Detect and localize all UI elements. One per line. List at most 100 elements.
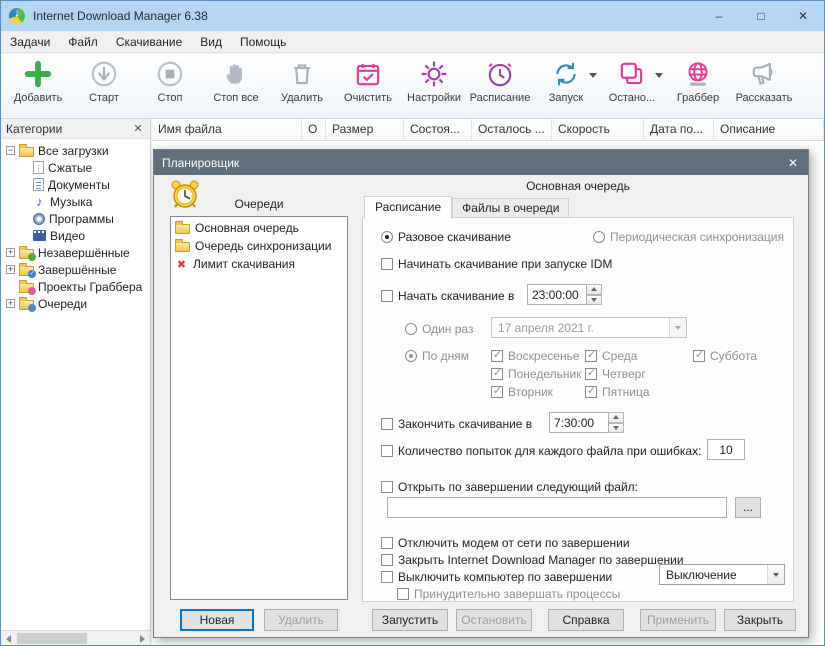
hangup-checkbox[interactable]	[381, 537, 393, 549]
new-queue-button[interactable]: Новая	[180, 609, 254, 631]
delete-queue-button[interactable]: Удалить	[264, 609, 338, 631]
menu-downloads[interactable]: Скачивание	[107, 31, 191, 53]
sidebar-item-queues[interactable]: Очереди	[1, 295, 150, 312]
stop-at-checkbox[interactable]	[381, 418, 393, 430]
by-days-radio-row[interactable]: По дням	[405, 349, 469, 363]
day-thursday-row[interactable]: Четверг	[585, 367, 646, 381]
sidebar-item-grabber-projects[interactable]: Проекты Граббера	[1, 278, 150, 295]
day-sunday-checkbox[interactable]	[491, 350, 503, 362]
menu-file[interactable]: Файл	[59, 31, 107, 53]
stop-time-input[interactable]: 7:30:00	[549, 412, 609, 433]
close-dialog-button[interactable]: Закрыть	[724, 609, 796, 631]
toolbar-options-button[interactable]: Настройки	[401, 57, 467, 118]
expander-icon[interactable]	[6, 265, 15, 274]
column-speed[interactable]: Скорость	[552, 119, 644, 140]
day-saturday-row[interactable]: Суббота	[693, 349, 757, 363]
sidebar-item-unfinished[interactable]: Незавершённые	[1, 244, 150, 261]
force-processes-row[interactable]: Принудительно завершать процессы	[397, 587, 620, 601]
toolbar-start-button[interactable]: Старт	[71, 57, 137, 118]
open-file-input[interactable]	[387, 497, 727, 518]
date-dropdown-icon[interactable]	[669, 318, 686, 337]
day-monday-row[interactable]: Понедельник	[491, 367, 581, 381]
day-saturday-checkbox[interactable]	[693, 350, 705, 362]
exit-idm-row[interactable]: Закрыть Internet Download Manager по зав…	[381, 553, 684, 567]
expander-icon[interactable]	[6, 146, 15, 155]
queue-item-sync[interactable]: Очередь синхронизации	[171, 237, 347, 255]
day-thursday-checkbox[interactable]	[585, 368, 597, 380]
toolbar-stop-queue-button[interactable]: Остано...	[599, 57, 665, 118]
toolbar-tell-friends-button[interactable]: Рассказать	[731, 57, 797, 118]
scroll-left-icon[interactable]	[1, 632, 16, 645]
retries-checkbox[interactable]	[381, 445, 393, 457]
force-processes-checkbox[interactable]	[397, 588, 409, 600]
help-button[interactable]: Справка	[548, 609, 624, 631]
once-radio[interactable]	[405, 323, 417, 335]
close-button[interactable]: ✕	[782, 1, 824, 31]
day-sunday-row[interactable]: Воскресенье	[491, 349, 580, 363]
combo-dropdown-icon[interactable]	[767, 565, 784, 584]
toolbar-stop-button[interactable]: Стоп	[137, 57, 203, 118]
toolbar-scheduler-button[interactable]: Расписание	[467, 57, 533, 118]
toolbar-add-button[interactable]: Добавить	[5, 57, 71, 118]
scroll-right-icon[interactable]	[135, 632, 150, 645]
queue-item-limit[interactable]: Лимит скачивания	[171, 255, 347, 273]
shutdown-row[interactable]: Выключить компьютер по завершении	[381, 570, 612, 584]
day-tuesday-row[interactable]: Вторник	[491, 385, 553, 399]
browse-button[interactable]: ...	[735, 497, 761, 518]
menu-view[interactable]: Вид	[191, 31, 231, 53]
queue-item-main[interactable]: Основная очередь	[171, 219, 347, 237]
column-description[interactable]: Описание	[714, 119, 824, 140]
retries-input[interactable]: 10	[707, 439, 745, 460]
day-monday-checkbox[interactable]	[491, 368, 503, 380]
column-status[interactable]: Состоя...	[404, 119, 472, 140]
column-q[interactable]: О	[302, 119, 326, 140]
column-size[interactable]: Размер	[326, 119, 404, 140]
date-picker[interactable]: 17 апреля 2021 г.	[491, 317, 687, 338]
day-friday-checkbox[interactable]	[585, 386, 597, 398]
start-at-row[interactable]: Начать скачивание в	[381, 289, 514, 303]
toolbar-delete-button[interactable]: Удалить	[269, 57, 335, 118]
start-time-input[interactable]: 23:00:00	[527, 284, 587, 305]
stop-time-spinner[interactable]	[609, 412, 624, 433]
column-date[interactable]: Дата по...	[644, 119, 714, 140]
stop-queue-dropdown-icon[interactable]	[655, 73, 663, 78]
day-wednesday-row[interactable]: Среда	[585, 349, 637, 363]
sidebar-item-all-downloads[interactable]: Все загрузки	[1, 142, 150, 159]
stop-queue-button[interactable]: Остановить	[456, 609, 532, 631]
expander-icon[interactable]	[6, 248, 15, 257]
shutdown-mode-select[interactable]: Выключение	[659, 564, 785, 585]
scrollbar-thumb[interactable]	[17, 633, 87, 644]
tab-files-in-queue[interactable]: Файлы в очереди	[452, 198, 569, 219]
periodic-radio-row[interactable]: Периодическая синхронизация	[593, 230, 784, 244]
by-days-radio[interactable]	[405, 350, 417, 362]
periodic-radio[interactable]	[593, 231, 605, 243]
open-file-row[interactable]: Открыть по завершении следующий файл:	[381, 480, 638, 494]
start-at-checkbox[interactable]	[381, 290, 393, 302]
start-queue-dropdown-icon[interactable]	[589, 73, 597, 78]
toolbar-stop-all-button[interactable]: Стоп все	[203, 57, 269, 118]
sidebar-item-programs[interactable]: Программы	[1, 210, 150, 227]
start-on-idm-row[interactable]: Начинать скачивание при запуске IDM	[381, 257, 612, 271]
start-queue-button[interactable]: Запустить	[372, 609, 448, 631]
day-wednesday-checkbox[interactable]	[585, 350, 597, 362]
toolbar-clear-button[interactable]: Очистить	[335, 57, 401, 118]
sidebar-hscrollbar[interactable]	[1, 630, 150, 645]
once-radio-row[interactable]: Один раз	[405, 322, 473, 336]
stop-at-row[interactable]: Закончить скачивание в	[381, 417, 532, 431]
toolbar-grabber-button[interactable]: Граббер	[665, 57, 731, 118]
sidebar-item-documents[interactable]: Документы	[1, 176, 150, 193]
open-file-checkbox[interactable]	[381, 481, 393, 493]
categories-close-icon[interactable]: ✕	[131, 122, 145, 135]
one-time-radio[interactable]	[381, 231, 393, 243]
minimize-button[interactable]: –	[698, 1, 740, 31]
maximize-button[interactable]: □	[740, 1, 782, 31]
toolbar-start-queue-button[interactable]: Запуск	[533, 57, 599, 118]
exit-idm-checkbox[interactable]	[381, 554, 393, 566]
day-friday-row[interactable]: Пятница	[585, 385, 650, 399]
sidebar-item-music[interactable]: Музыка	[1, 193, 150, 210]
shutdown-checkbox[interactable]	[381, 571, 393, 583]
day-tuesday-checkbox[interactable]	[491, 386, 503, 398]
one-time-radio-row[interactable]: Разовое скачивание	[381, 230, 511, 244]
sidebar-item-finished[interactable]: Завершённые	[1, 261, 150, 278]
start-on-idm-checkbox[interactable]	[381, 258, 393, 270]
